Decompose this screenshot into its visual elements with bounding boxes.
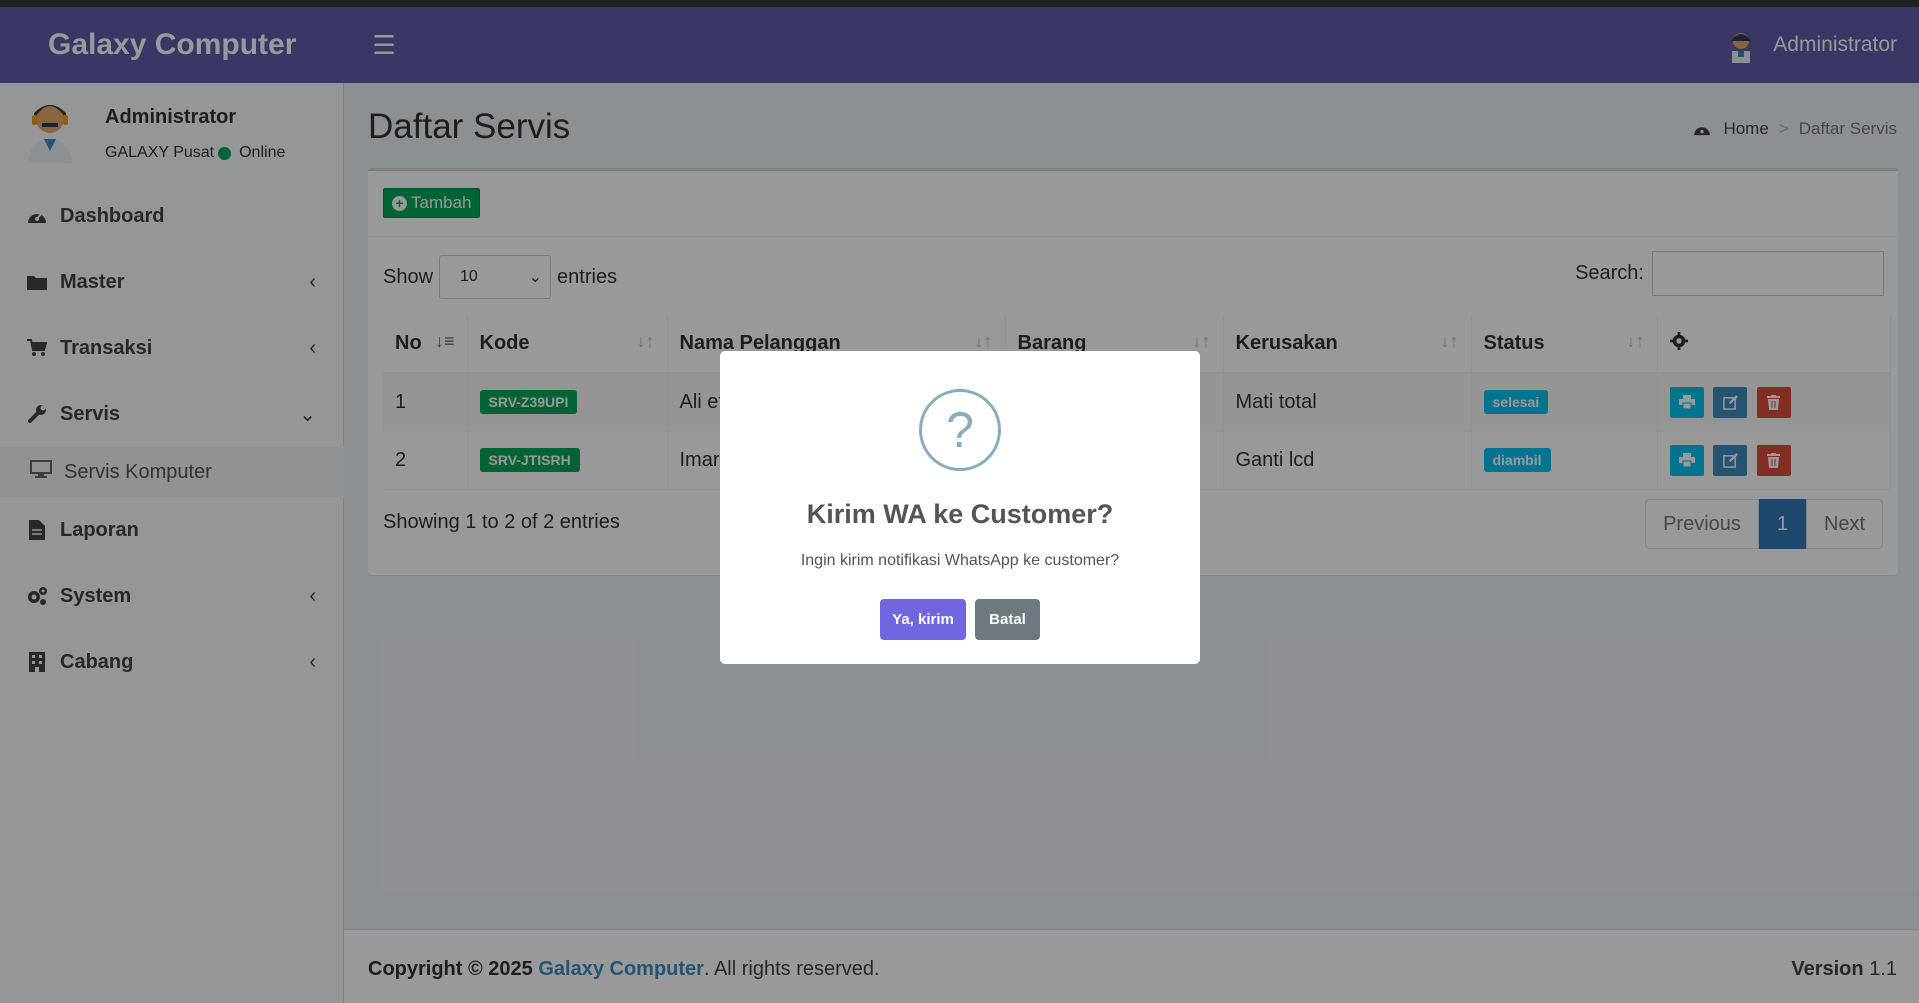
- dialog-text: Ingin kirim notifikasi WhatsApp ke custo…: [800, 552, 1120, 569]
- cancel-button[interactable]: Batal: [975, 599, 1040, 640]
- confirm-button[interactable]: Ya, kirim: [880, 599, 966, 640]
- question-icon: ?: [919, 389, 1001, 471]
- dialog-title: Kirim WA ke Customer?: [806, 499, 1114, 529]
- confirm-dialog: ? Kirim WA ke Customer? Ingin kirim noti…: [720, 351, 1200, 664]
